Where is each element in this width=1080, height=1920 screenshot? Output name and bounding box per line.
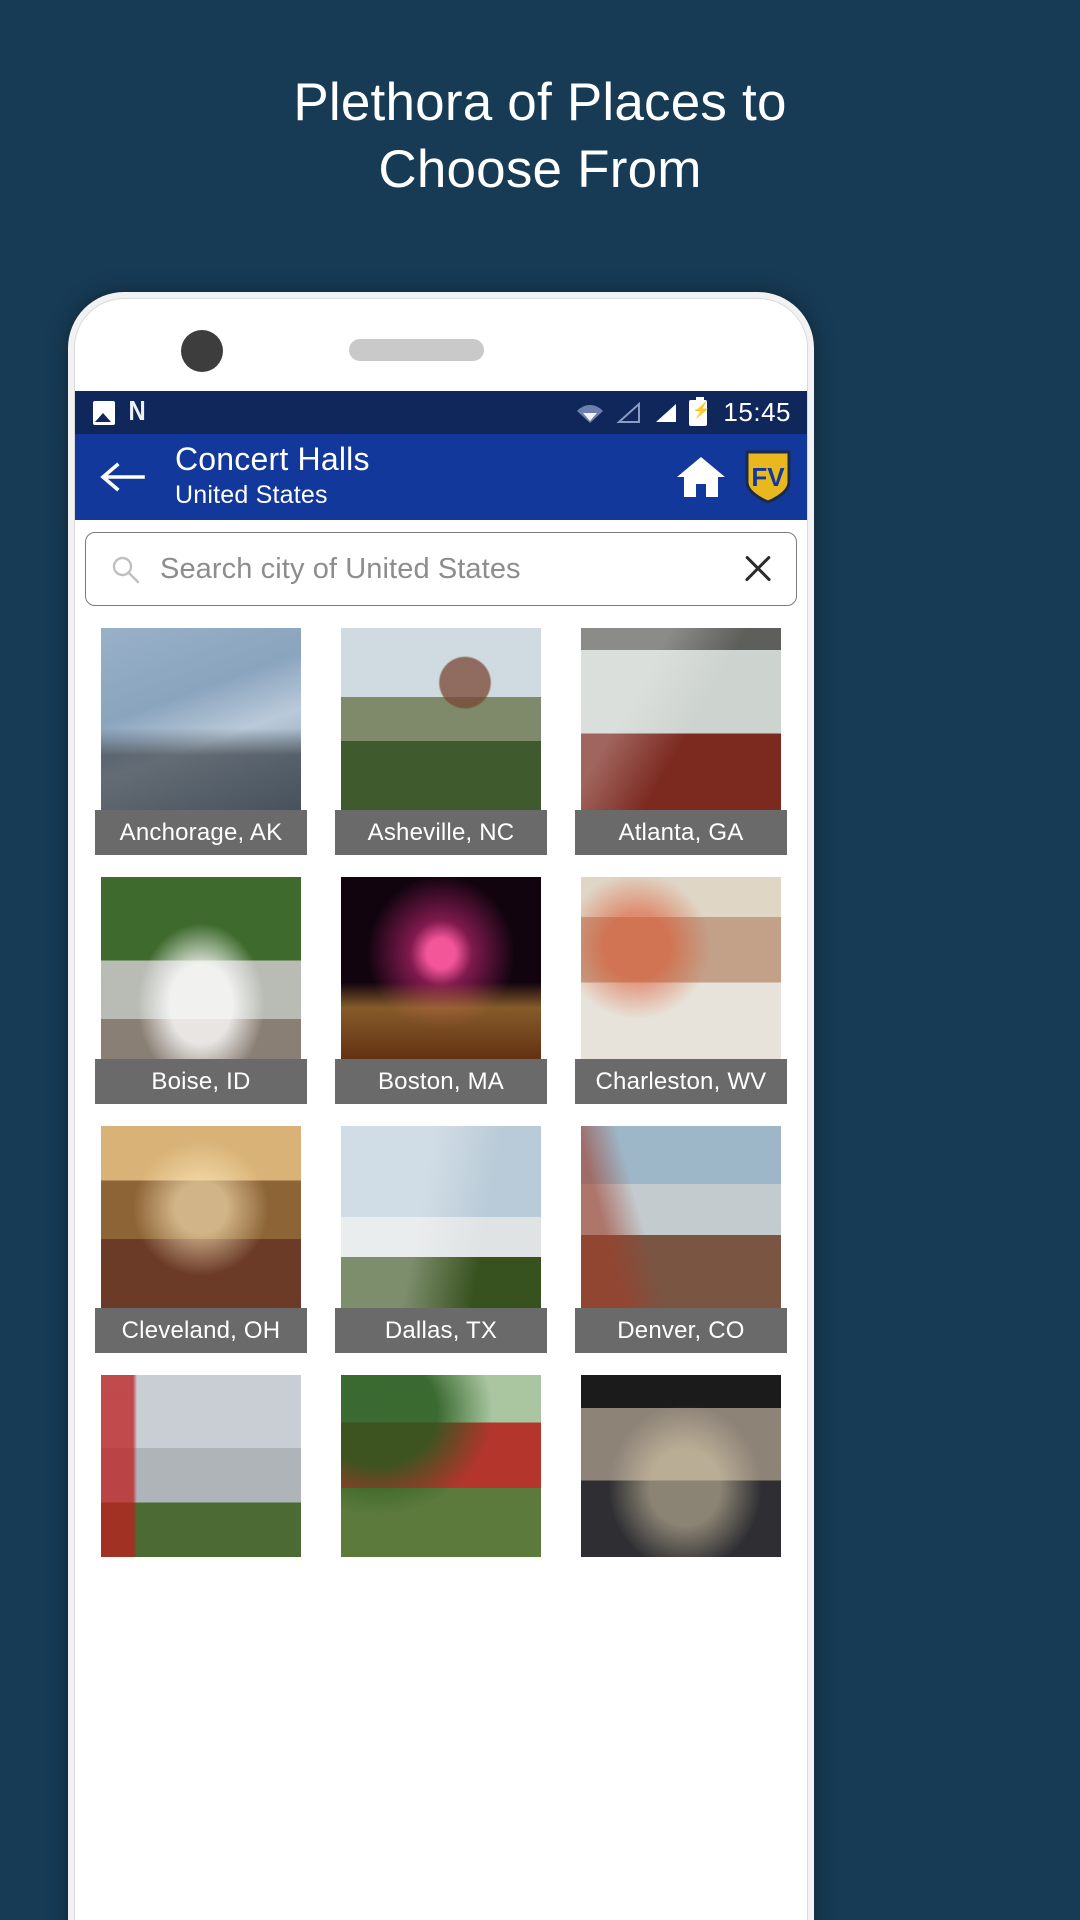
back-button[interactable] bbox=[91, 446, 153, 508]
grid-item[interactable]: Asheville, NC bbox=[321, 628, 561, 877]
city-thumbnail bbox=[580, 877, 781, 1059]
svg-text:FV: FV bbox=[751, 462, 785, 492]
city-label: Atlanta, GA bbox=[574, 810, 787, 855]
search-icon bbox=[110, 554, 140, 584]
front-camera-icon bbox=[181, 330, 223, 372]
home-icon bbox=[677, 457, 725, 497]
status-bar-system: 15:45 bbox=[576, 396, 791, 428]
grid-item[interactable] bbox=[561, 1375, 801, 1624]
city-label: Dallas, TX bbox=[334, 1308, 547, 1353]
city-thumbnail bbox=[100, 1126, 301, 1308]
back-arrow-icon bbox=[100, 462, 145, 492]
city-label: Asheville, NC bbox=[334, 810, 547, 855]
city-thumbnail bbox=[340, 1375, 541, 1557]
earpiece-speaker bbox=[349, 339, 484, 361]
city-label: Boston, MA bbox=[334, 1059, 547, 1104]
grid-item[interactable]: Cleveland, OH bbox=[81, 1126, 321, 1375]
page-title: Concert Halls bbox=[175, 441, 370, 478]
city-thumbnail bbox=[580, 1126, 781, 1308]
page-subtitle: United States bbox=[175, 480, 328, 509]
status-bar-notifications bbox=[93, 400, 151, 425]
city-thumbnail bbox=[340, 1126, 541, 1308]
grid-item[interactable]: Denver, CO bbox=[561, 1126, 801, 1375]
status-bar: 15:45 bbox=[75, 391, 807, 434]
app-bar-actions: FV bbox=[675, 449, 793, 505]
city-label: Boise, ID bbox=[94, 1059, 307, 1104]
phone-mockup: 15:45 Concert Halls United States bbox=[68, 292, 814, 1920]
grid-item[interactable]: Atlanta, GA bbox=[561, 628, 801, 877]
app-bar-titles: Concert Halls United States bbox=[153, 441, 675, 510]
grid-item[interactable]: Boise, ID bbox=[81, 877, 321, 1126]
phone-notch-bar bbox=[75, 299, 807, 391]
city-label: Cleveland, OH bbox=[94, 1308, 307, 1353]
city-thumbnail bbox=[580, 628, 781, 810]
battery-charging-icon bbox=[689, 396, 711, 426]
signal-full-icon bbox=[652, 402, 678, 424]
city-thumbnail bbox=[340, 877, 541, 1059]
app-logo-button[interactable]: FV bbox=[743, 449, 793, 505]
status-bar-clock: 15:45 bbox=[723, 397, 791, 427]
phone-screen: 15:45 Concert Halls United States bbox=[74, 298, 808, 1920]
search-placeholder-text: Search city of United States bbox=[160, 552, 521, 585]
grid-item[interactable]: Anchorage, AK bbox=[81, 628, 321, 877]
city-thumbnail bbox=[100, 1375, 301, 1557]
city-grid: Anchorage, AK Asheville, NC Atlanta, GA bbox=[75, 616, 807, 1624]
app-bar: Concert Halls United States FV bbox=[75, 434, 807, 520]
grid-item[interactable] bbox=[321, 1375, 561, 1624]
city-thumbnail bbox=[580, 1375, 781, 1557]
search-input[interactable]: Search city of United States bbox=[85, 532, 797, 606]
grid-item[interactable]: Dallas, TX bbox=[321, 1126, 561, 1375]
city-label: Denver, CO bbox=[574, 1308, 787, 1353]
photo-icon bbox=[93, 400, 115, 425]
grid-item[interactable] bbox=[81, 1375, 321, 1624]
city-thumbnail bbox=[100, 877, 301, 1059]
nougat-icon bbox=[127, 400, 151, 425]
shield-logo-icon: FV bbox=[745, 450, 791, 504]
city-thumbnail bbox=[340, 628, 541, 810]
promo-headline-line2: Choose From bbox=[378, 139, 702, 199]
city-thumbnail bbox=[100, 628, 301, 810]
promo-headline: Plethora of Places to Choose From bbox=[0, 70, 1080, 204]
grid-item[interactable]: Charleston, WV bbox=[561, 877, 801, 1126]
city-label: Charleston, WV bbox=[574, 1059, 787, 1104]
close-icon[interactable] bbox=[742, 553, 774, 585]
home-button[interactable] bbox=[675, 454, 727, 500]
wifi-icon bbox=[576, 402, 604, 424]
promo-headline-line1: Plethora of Places to bbox=[293, 73, 787, 132]
search-section: Search city of United States bbox=[75, 520, 807, 616]
signal-empty-icon bbox=[615, 401, 641, 424]
grid-item[interactable]: Boston, MA bbox=[321, 877, 561, 1126]
city-label: Anchorage, AK bbox=[94, 810, 307, 855]
